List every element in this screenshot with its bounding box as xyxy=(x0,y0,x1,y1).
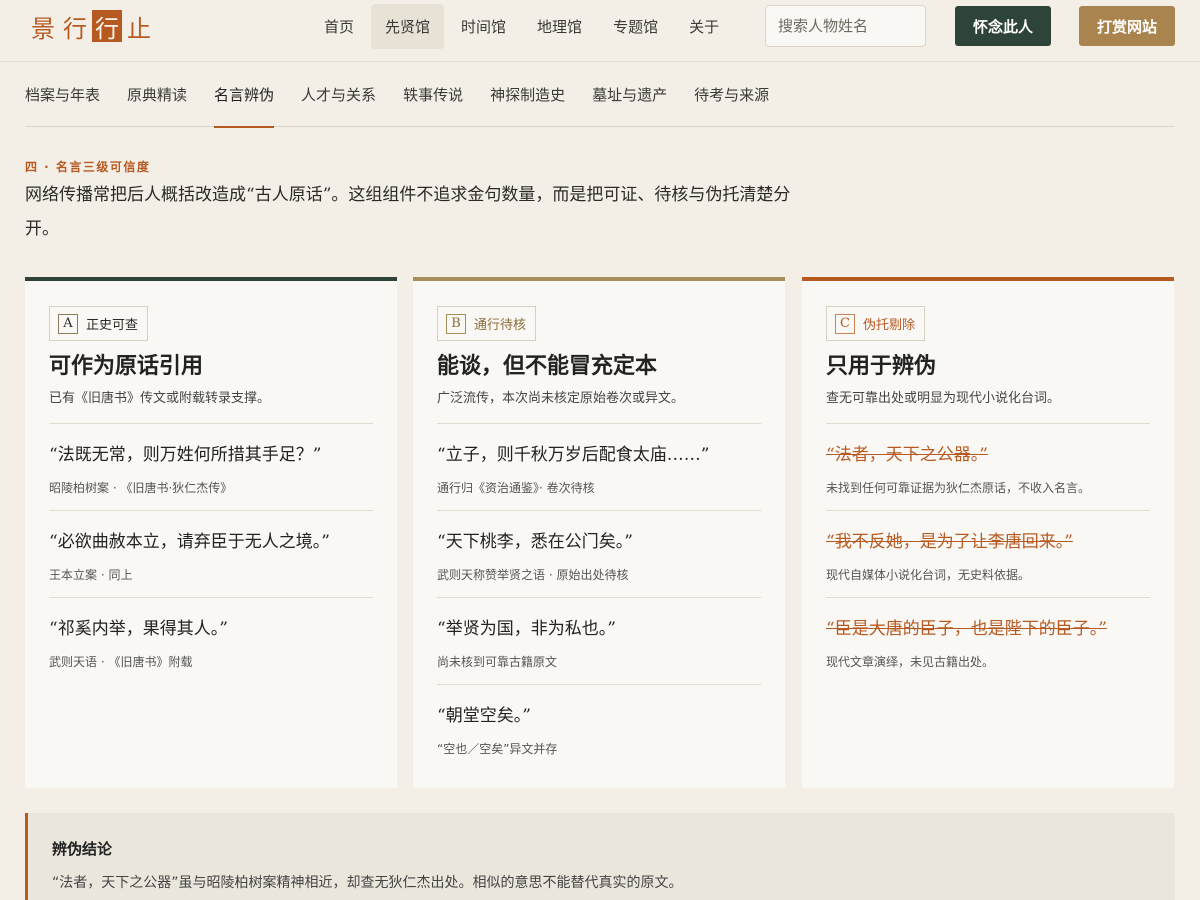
credibility-tag: A 正史可查 xyxy=(49,306,149,341)
quote-source: 武则天称赞举贤之语 · 原始出处待核 xyxy=(437,568,629,582)
nav-item-sages[interactable]: 先贤馆 xyxy=(371,4,445,49)
quote-text: “立子，则千秋万岁后配食太庙……” xyxy=(437,445,710,465)
tag-letter: B xyxy=(446,313,466,334)
quote-item: “法既无常，则万姓何所措其手足？” 昭陵柏树案 · 《旧唐书·狄仁杰传》 xyxy=(49,423,373,510)
quote-text: “天下桃李，悉在公门矣。” xyxy=(437,532,633,552)
card-spurious: C 伪托剔除 只用于辨伪 查无可靠出处或明显为现代小说化台词。 “法者，天下之公… xyxy=(802,277,1174,788)
credibility-tag: B 通行待核 xyxy=(437,306,537,341)
struck-quote-text: “臣是大唐的臣子，也是陛下的臣子。” xyxy=(826,619,1107,639)
section-kicker: 四 · 名言三级可信度 xyxy=(25,160,151,174)
conclusion-callout: 辨伪结论 “法者，天下之公器”虽与昭陵柏树案精神相近，却查无狄仁杰出处。相似的意… xyxy=(25,813,1175,900)
struck-quote-text: “我不反她，是为了让李唐回来。” xyxy=(826,532,1073,552)
logo-char: 景 xyxy=(31,14,55,43)
logo-char: 行 xyxy=(92,10,122,43)
conclusion-text: “法者，天下之公器”虽与昭陵柏树案精神相近，却查无狄仁杰出处。相似的意思不能替代… xyxy=(52,875,683,891)
quote-source: 武则天语 · 《旧唐书》附载 xyxy=(49,655,193,669)
card-description: 广泛流传，本次尚未核定原始卷次或异文。 xyxy=(437,391,685,406)
main-nav: 首页 先贤馆 时间馆 地理馆 专题馆 关于 xyxy=(310,4,736,49)
card-description: 查无可靠出处或明显为现代小说化台词。 xyxy=(826,391,1061,406)
quote-source: 王本立案 · 同上 xyxy=(49,568,133,582)
quote-text: “朝堂空矣。” xyxy=(437,706,531,726)
tab-archive[interactable]: 档案与年表 xyxy=(25,62,100,127)
card-heading: 能谈，但不能冒充定本 xyxy=(437,353,658,379)
quote-item: “朝堂空矣。” “空也／空矣”异文并存 xyxy=(437,684,761,771)
quote-source: 尚未核到可靠古籍原文 xyxy=(437,655,558,669)
remember-button[interactable]: 怀念此人 xyxy=(955,6,1051,46)
quote-text: “举贤为国，非为私也。” xyxy=(437,619,616,639)
site-logo[interactable]: 景 行 行 止 xyxy=(28,10,154,43)
quote-item: “立子，则千秋万岁后配食太庙……” 通行归《资治通鉴》· 卷次待核 xyxy=(437,423,761,510)
credibility-tag: C 伪托剔除 xyxy=(826,306,926,341)
nav-item-geography[interactable]: 地理馆 xyxy=(523,4,596,49)
search-input[interactable] xyxy=(765,5,926,47)
card-heading: 只用于辨伪 xyxy=(826,353,937,379)
top-bar: 景 行 行 止 首页 先贤馆 时间馆 地理馆 专题馆 关于 怀念此人 打赏网站 xyxy=(0,0,1200,62)
nav-item-about[interactable]: 关于 xyxy=(675,4,733,49)
card-pending: B 通行待核 能谈，但不能冒充定本 广泛流传，本次尚未核定原始卷次或异文。 “立… xyxy=(413,277,785,788)
quote-item: “祁奚内举，果得其人。” 武则天语 · 《旧唐书》附载 xyxy=(49,597,373,684)
quote-note: 现代文章演绎，未见古籍出处。 xyxy=(826,655,995,669)
quote-item: “法者，天下之公器。” 未找到任何可靠证据为狄仁杰原话，不收入名言。 xyxy=(826,423,1150,510)
tag-label: 伪托剔除 xyxy=(863,318,916,333)
quote-source: “空也／空矣”异文并存 xyxy=(437,742,558,756)
tag-letter: C xyxy=(835,313,855,334)
card-description: 已有《旧唐书》传文或附载转录支撑。 xyxy=(49,391,271,406)
tab-tomb-legacy[interactable]: 墓址与遗产 xyxy=(592,62,667,127)
tab-classics[interactable]: 原典精读 xyxy=(127,62,187,127)
tab-detective-history[interactable]: 神探制造史 xyxy=(490,62,565,127)
tab-sources[interactable]: 待考与来源 xyxy=(694,62,769,127)
nav-item-topics[interactable]: 专题馆 xyxy=(599,4,672,49)
quote-text: “祁奚内举，果得其人。” xyxy=(49,619,228,639)
tag-letter: A xyxy=(58,313,78,334)
logo-char: 止 xyxy=(127,14,151,43)
tag-label: 正史可查 xyxy=(86,318,139,333)
donate-button[interactable]: 打赏网站 xyxy=(1079,6,1175,46)
quote-source: 通行归《资治通鉴》· 卷次待核 xyxy=(437,481,595,495)
section-intro: 网络传播常把后人概括改造成“古人原话”。这组组件不追求金句数量，而是把可证、待核… xyxy=(25,185,791,239)
quote-item: “天下桃李，悉在公门矣。” 武则天称赞举贤之语 · 原始出处待核 xyxy=(437,510,761,597)
conclusion-title: 辨伪结论 xyxy=(52,840,113,858)
logo-char: 行 xyxy=(63,14,87,43)
quote-source: 昭陵柏树案 · 《旧唐书·狄仁杰传》 xyxy=(49,481,233,495)
quote-note: 未找到任何可靠证据为狄仁杰原话，不收入名言。 xyxy=(826,481,1091,495)
quote-item: “我不反她，是为了让李唐回来。” 现代自媒体小说化台词，无史料依据。 xyxy=(826,510,1150,597)
nav-item-time[interactable]: 时间馆 xyxy=(447,4,520,49)
quote-item: “必欲曲赦本立，请弃臣于无人之境。” 王本立案 · 同上 xyxy=(49,510,373,597)
card-verified: A 正史可查 可作为原话引用 已有《旧唐书》传文或附载转录支撑。 “法既无常，则… xyxy=(25,277,397,788)
tag-label: 通行待核 xyxy=(474,318,527,333)
card-heading: 可作为原话引用 xyxy=(49,353,204,379)
quote-item: “举贤为国，非为私也。” 尚未核到可靠古籍原文 xyxy=(437,597,761,684)
quote-text: “必欲曲赦本立，请弃臣于无人之境。” xyxy=(49,532,330,552)
nav-item-home[interactable]: 首页 xyxy=(310,4,368,49)
tab-relations[interactable]: 人才与关系 xyxy=(301,62,376,127)
tab-anecdotes[interactable]: 轶事传说 xyxy=(403,62,463,127)
tab-quote-verification[interactable]: 名言辨伪 xyxy=(214,62,275,128)
quote-item: “臣是大唐的臣子，也是陛下的臣子。” 现代文章演绎，未见古籍出处。 xyxy=(826,597,1150,684)
quote-note: 现代自媒体小说化台词，无史料依据。 xyxy=(826,568,1031,582)
struck-quote-text: “法者，天下之公器。” xyxy=(826,445,988,465)
quote-text: “法既无常，则万姓何所措其手足？” xyxy=(49,445,322,465)
sub-tabs: 档案与年表 原典精读 名言辨伪 人才与关系 轶事传说 神探制造史 墓址与遗产 待… xyxy=(25,62,1175,128)
